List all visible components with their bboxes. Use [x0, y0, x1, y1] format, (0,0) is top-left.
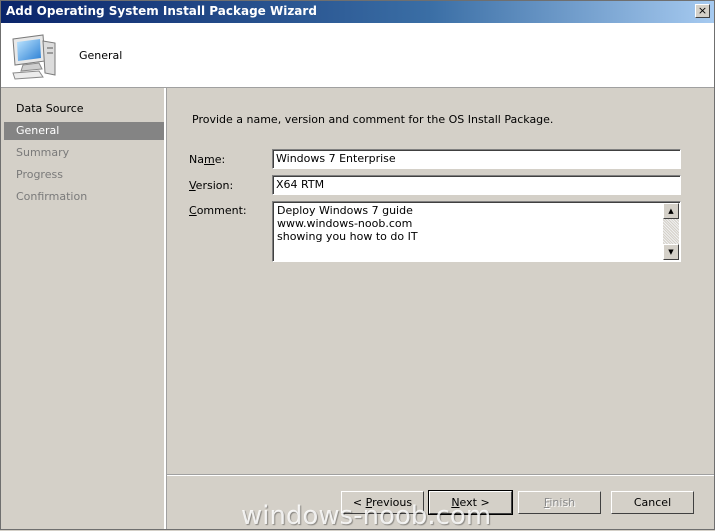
scroll-down-button[interactable]: ▼	[663, 244, 679, 260]
computer-monitor-icon	[12, 34, 56, 80]
page-title: General	[79, 49, 123, 62]
comment-textarea[interactable]: Deploy Windows 7 guide www.windows-noob.…	[272, 201, 681, 262]
comment-text: Deploy Windows 7 guide www.windows-noob.…	[277, 204, 418, 243]
wizard-steps-sidebar: Data Source General Summary Progress Con…	[1, 88, 166, 529]
comment-scrollbar[interactable]: ▲ ▼	[663, 203, 679, 260]
wizard-content: Provide a name, version and comment for …	[167, 88, 714, 474]
comment-line: Deploy Windows 7 guide	[277, 204, 413, 217]
step-confirmation: Confirmation	[16, 190, 88, 203]
step-data-source: Data Source	[16, 102, 84, 115]
comment-line: www.windows-noob.com	[277, 217, 413, 230]
version-field[interactable]: X64 RTM	[272, 175, 681, 195]
wizard-window: Add Operating System Install Package Wiz…	[0, 0, 715, 531]
finish-button: Finish	[518, 491, 601, 514]
step-summary: Summary	[16, 146, 70, 159]
step-progress: Progress	[16, 168, 63, 181]
intro-text: Provide a name, version and comment for …	[192, 113, 554, 126]
arrow-up-icon: ▲	[668, 207, 674, 215]
name-field[interactable]: Windows 7 Enterprise	[272, 149, 681, 169]
scroll-up-button[interactable]: ▲	[663, 203, 679, 219]
close-button[interactable]: ×	[695, 4, 710, 18]
title-bar[interactable]: Add Operating System Install Package Wiz…	[1, 1, 714, 23]
cancel-button[interactable]: Cancel	[611, 491, 694, 514]
close-icon: ×	[697, 4, 708, 17]
comment-label: Comment:	[189, 204, 247, 217]
watermark: windows-noob.com	[241, 501, 492, 531]
step-general: General	[4, 122, 164, 140]
name-label: Name:	[189, 153, 226, 166]
arrow-down-icon: ▼	[668, 248, 674, 256]
version-label: Version:	[189, 179, 234, 192]
window-title: Add Operating System Install Package Wiz…	[6, 4, 317, 18]
comment-line: showing you how to do IT	[277, 230, 418, 243]
wizard-header: General	[1, 23, 714, 88]
